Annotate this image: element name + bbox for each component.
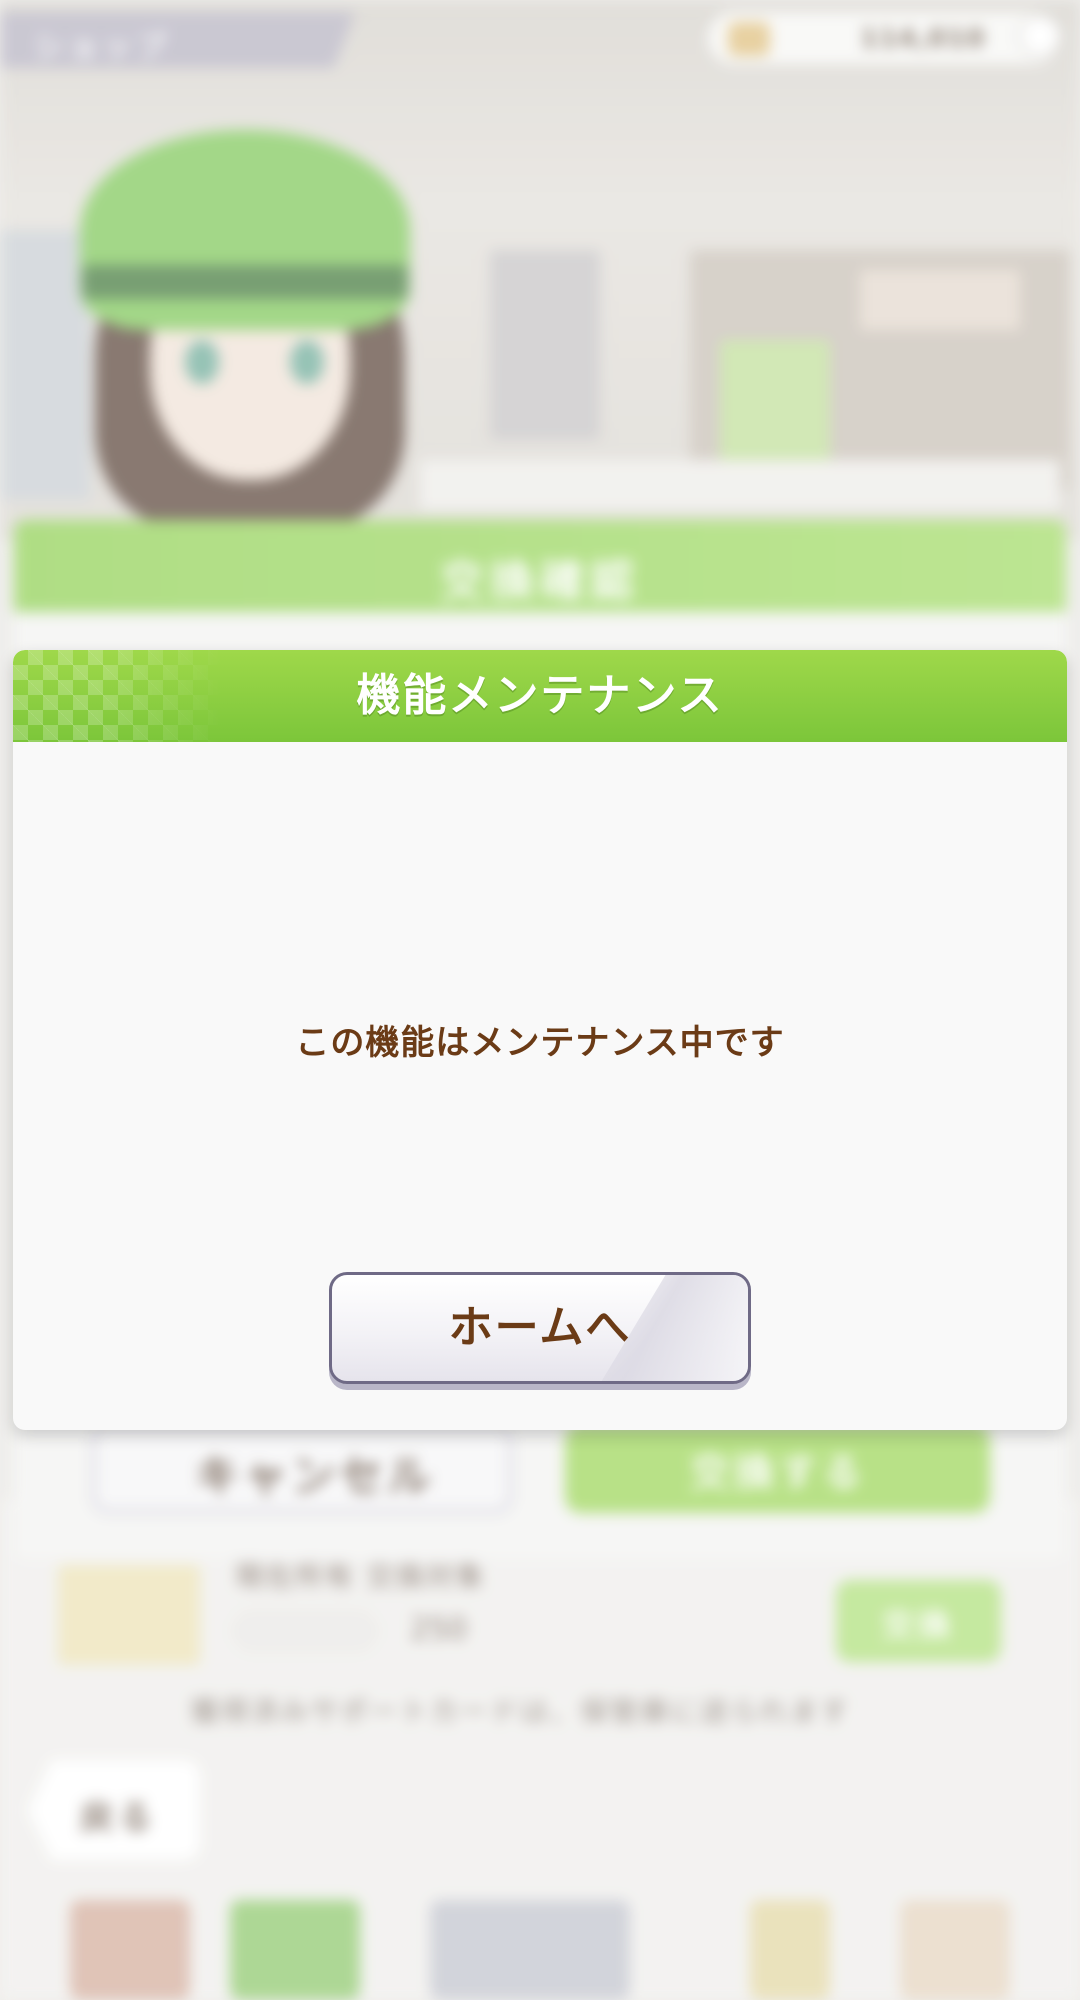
dialog-message: この機能はメンテナンス中です bbox=[295, 1023, 785, 1063]
home-button-label: ホームへ bbox=[448, 1302, 632, 1353]
maintenance-dialog: 機能メンテナンス この機能はメンテナンス中です ホームへ bbox=[13, 650, 1067, 1430]
dialog-header: 機能メンテナンス bbox=[13, 650, 1067, 742]
dialog-title: 機能メンテナンス bbox=[356, 670, 724, 721]
home-button[interactable]: ホームへ bbox=[329, 1272, 751, 1384]
